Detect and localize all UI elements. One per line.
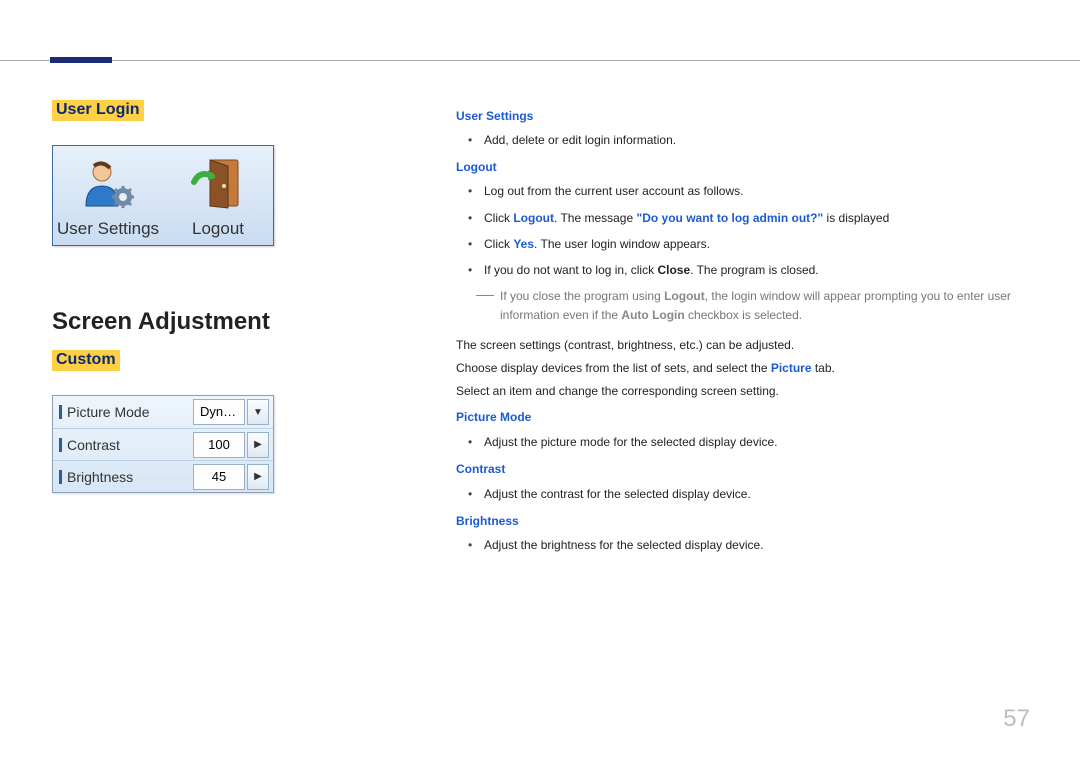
header-accent-bar bbox=[50, 57, 112, 63]
heading-screen-adjustment: Screen Adjustment bbox=[52, 308, 282, 336]
picture-mode-label: Picture Mode bbox=[53, 404, 193, 420]
contrast-value[interactable]: 100 bbox=[193, 432, 245, 458]
user-settings-tile[interactable]: User Settings bbox=[58, 156, 158, 239]
list-item: Adjust the picture mode for the selected… bbox=[476, 431, 1036, 454]
right-column-screen-adjustment: The screen settings (contrast, brightnes… bbox=[456, 334, 1036, 557]
body-text: Choose display devices from the list of … bbox=[456, 357, 1036, 380]
body-text: Select an item and change the correspond… bbox=[456, 380, 1036, 403]
list-item: Click Logout. The message "Do you want t… bbox=[476, 208, 1036, 228]
settings-row: Contrast 100 ▶ bbox=[53, 428, 273, 460]
note-text: If you close the program using Logout, t… bbox=[500, 287, 1036, 325]
settings-row: Brightness 45 ▶ bbox=[53, 460, 273, 492]
header-rule bbox=[0, 60, 1080, 61]
list-item: If you do not want to log in, click Clos… bbox=[476, 260, 1036, 280]
left-column: User Login bbox=[52, 100, 282, 493]
subheading-contrast: Contrast bbox=[456, 458, 1036, 481]
door-exit-icon bbox=[190, 156, 246, 215]
user-gear-icon bbox=[80, 156, 136, 215]
list-item: Adjust the brightness for the selected d… bbox=[476, 534, 1036, 557]
note-dash-icon bbox=[476, 295, 494, 296]
brightness-label: Brightness bbox=[53, 469, 193, 485]
triangle-right-icon[interactable]: ▶ bbox=[247, 432, 269, 458]
subheading-logout: Logout bbox=[456, 157, 1036, 177]
page-number: 57 bbox=[1003, 705, 1030, 733]
list-item: Adjust the contrast for the selected dis… bbox=[476, 483, 1036, 506]
picture-mode-dropdown[interactable]: Dyn… bbox=[193, 399, 245, 425]
subheading-brightness: Brightness bbox=[456, 510, 1036, 533]
subheading-user-settings: User Settings bbox=[456, 106, 1036, 126]
note: If you close the program using Logout, t… bbox=[456, 287, 1036, 325]
custom-settings-panel: Picture Mode Dyn… ▼ Contrast 100 ▶ Brigh… bbox=[52, 395, 274, 493]
user-login-panel: User Settings Logout bbox=[52, 145, 274, 246]
right-column-user-login: User Settings Add, delete or edit login … bbox=[456, 102, 1036, 325]
subheading-picture-mode: Picture Mode bbox=[456, 406, 1036, 429]
logout-label: Logout bbox=[192, 219, 244, 239]
brightness-value[interactable]: 45 bbox=[193, 464, 245, 490]
list-item: Click Yes. The user login window appears… bbox=[476, 234, 1036, 254]
list-item: Log out from the current user account as… bbox=[476, 181, 1036, 201]
triangle-right-icon[interactable]: ▶ bbox=[247, 464, 269, 490]
chevron-down-icon[interactable]: ▼ bbox=[247, 399, 269, 425]
settings-row: Picture Mode Dyn… ▼ bbox=[53, 396, 273, 428]
user-settings-label: User Settings bbox=[57, 219, 159, 239]
heading-custom: Custom bbox=[52, 350, 120, 371]
body-text: The screen settings (contrast, brightnes… bbox=[456, 334, 1036, 357]
list-item: Add, delete or edit login information. bbox=[476, 130, 1036, 150]
heading-user-login: User Login bbox=[52, 100, 144, 121]
contrast-label: Contrast bbox=[53, 437, 193, 453]
logout-tile[interactable]: Logout bbox=[168, 156, 268, 239]
